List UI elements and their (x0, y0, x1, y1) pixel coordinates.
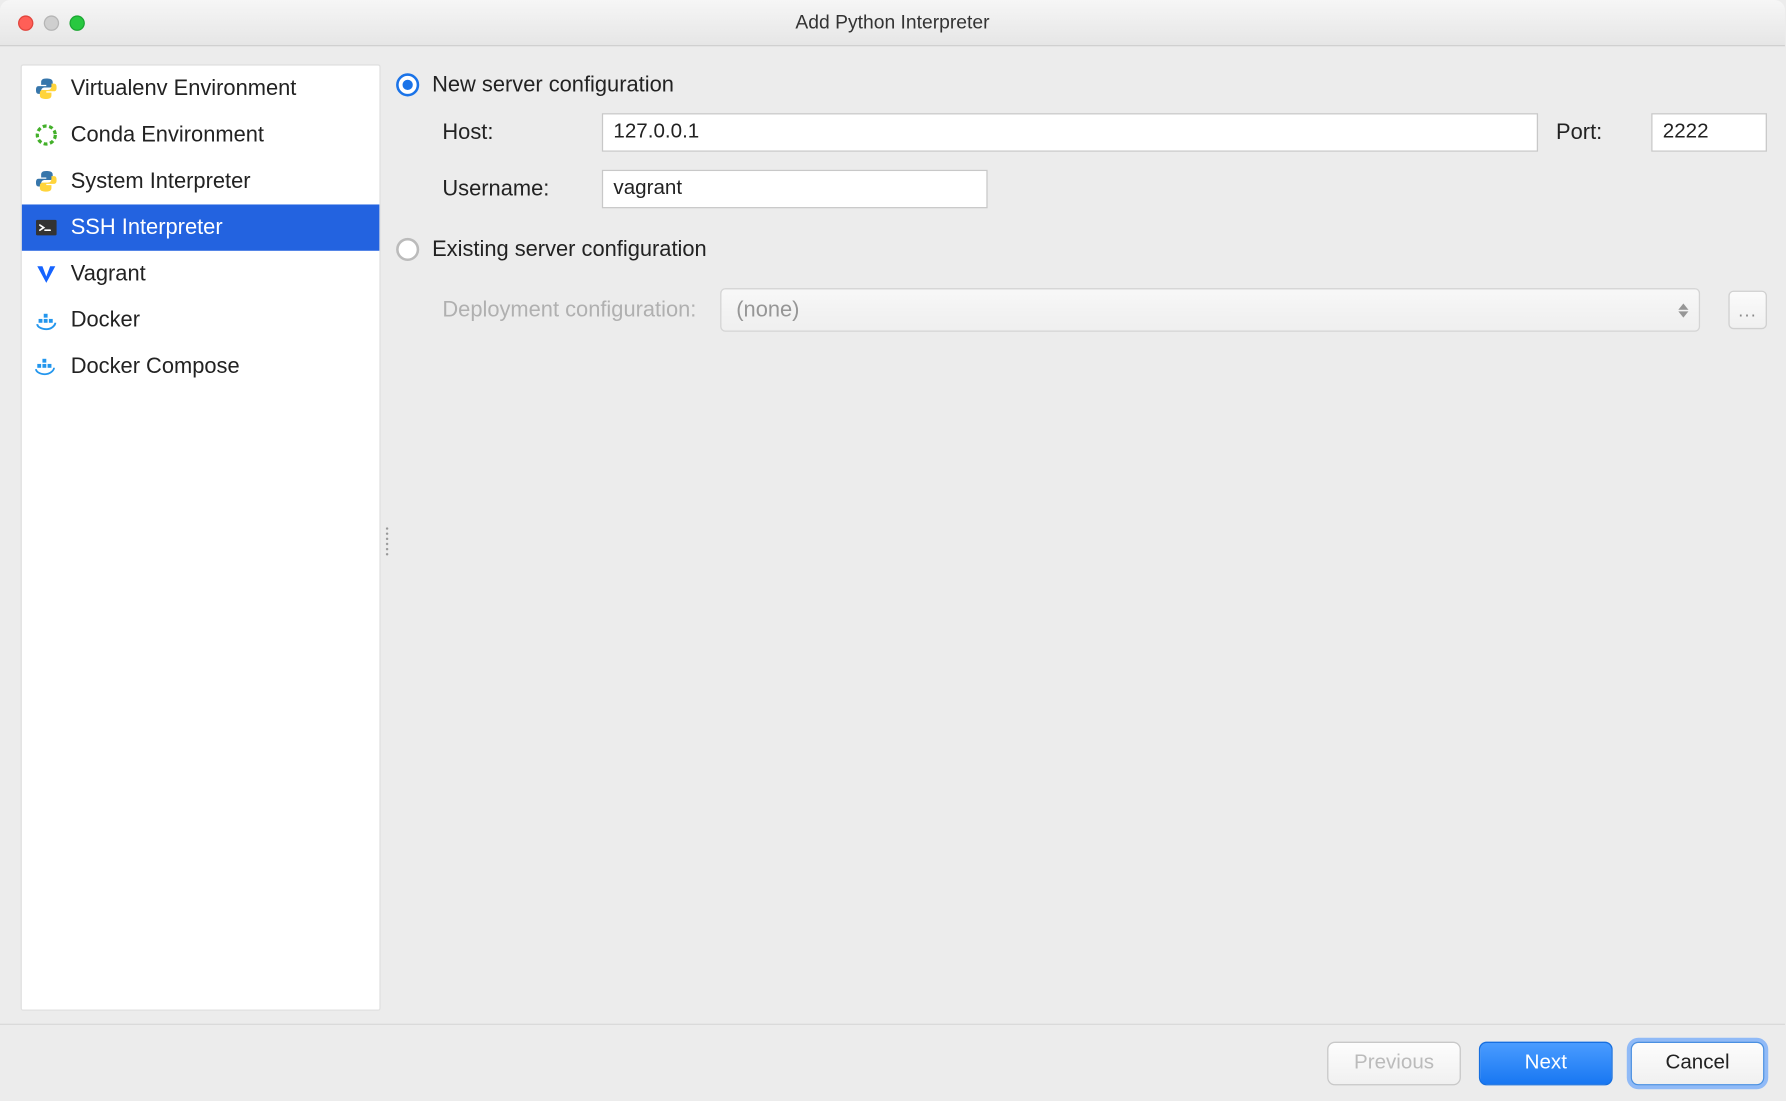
sidebar-item-label: System Interpreter (71, 168, 251, 194)
sidebar-item-ssh[interactable]: SSH Interpreter (22, 204, 380, 250)
dialog-body: Virtualenv Environment Conda Environment… (0, 46, 1785, 1023)
new-config-form: Host: Port: Username: (442, 113, 1767, 208)
sidebar-item-virtualenv[interactable]: Virtualenv Environment (22, 66, 380, 112)
ellipsis-icon: ... (1738, 300, 1757, 321)
window-title: Add Python Interpreter (0, 12, 1785, 34)
combo-caret-icon (1678, 303, 1688, 317)
existing-config-radio-row[interactable]: Existing server configuration (396, 237, 1767, 263)
radio-new-config[interactable] (396, 73, 419, 96)
new-config-radio-row[interactable]: New server configuration (396, 72, 1767, 98)
sidebar-item-label: Docker Compose (71, 354, 240, 380)
deployment-row: Deployment configuration: (none) ... (442, 288, 1767, 332)
sidebar-item-docker-compose[interactable]: Docker Compose (22, 343, 380, 389)
splitter[interactable] (381, 59, 394, 1024)
cancel-button-label: Cancel (1665, 1051, 1729, 1074)
python-icon (35, 170, 58, 193)
vagrant-icon (35, 262, 58, 285)
deployment-combo-value: (none) (736, 297, 799, 323)
sidebar-item-label: Vagrant (71, 261, 146, 287)
sidebar-item-vagrant[interactable]: Vagrant (22, 251, 380, 297)
sidebar-item-conda[interactable]: Conda Environment (22, 112, 380, 158)
radio-existing-config[interactable] (396, 238, 419, 261)
port-input[interactable] (1651, 113, 1767, 152)
dialog-window: Add Python Interpreter Virtualenv Enviro… (0, 0, 1785, 1101)
sidebar-item-label: Virtualenv Environment (71, 76, 297, 102)
username-label: Username: (442, 176, 583, 202)
previous-button[interactable]: Previous (1327, 1041, 1461, 1085)
grip-icon (385, 526, 390, 557)
port-label: Port: (1556, 120, 1633, 146)
sidebar-item-label: SSH Interpreter (71, 215, 223, 241)
previous-button-label: Previous (1354, 1051, 1434, 1074)
sidebar-item-label: Docker (71, 307, 140, 333)
docker-icon (35, 309, 58, 332)
next-button-label: Next (1525, 1051, 1567, 1074)
interpreter-type-sidebar: Virtualenv Environment Conda Environment… (21, 64, 381, 1010)
deployment-browse-button[interactable]: ... (1728, 291, 1767, 330)
deployment-combo[interactable]: (none) (720, 288, 1701, 332)
docker-compose-icon (35, 355, 58, 378)
radio-existing-config-label: Existing server configuration (432, 237, 707, 263)
deployment-label: Deployment configuration: (442, 297, 696, 323)
conda-icon (35, 123, 58, 146)
dialog-footer: Previous Next Cancel (0, 1024, 1785, 1101)
cancel-button[interactable]: Cancel (1631, 1041, 1765, 1085)
main-panel: New server configuration Host: Port: Use… (394, 59, 1785, 1024)
sidebar-item-system[interactable]: System Interpreter (22, 158, 380, 204)
next-button[interactable]: Next (1479, 1041, 1613, 1085)
python-icon (35, 77, 58, 100)
sidebar-item-label: Conda Environment (71, 122, 264, 148)
host-input[interactable] (602, 113, 1538, 152)
radio-new-config-label: New server configuration (432, 72, 674, 98)
terminal-icon (35, 216, 58, 239)
sidebar-item-docker[interactable]: Docker (22, 297, 380, 343)
titlebar: Add Python Interpreter (0, 0, 1785, 46)
host-label: Host: (442, 120, 583, 146)
username-input[interactable] (602, 170, 988, 209)
